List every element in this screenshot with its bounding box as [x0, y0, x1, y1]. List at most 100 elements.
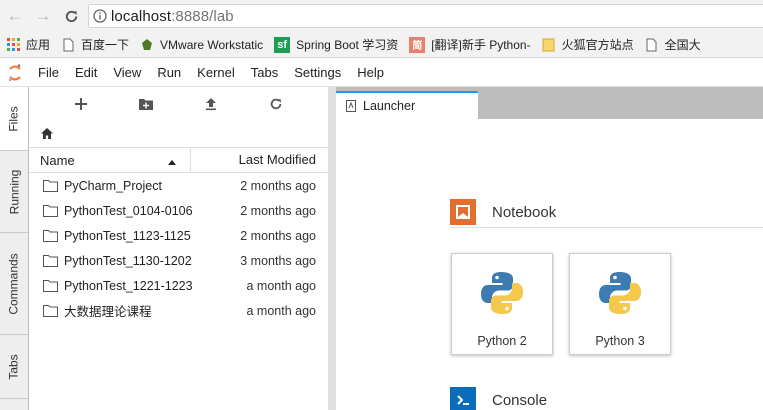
file-list: PyCharm_Project 2 months ago PythonTest_01… [29, 173, 328, 323]
file-list-item[interactable]: PythonTest_1130-1202 3 months ago [29, 248, 328, 273]
file-modified: 2 months ago [240, 203, 316, 218]
sidebar-tab-running[interactable]: Running [0, 151, 28, 233]
forward-arrow-icon[interactable]: → [32, 5, 54, 27]
panel-splitter[interactable] [328, 87, 336, 410]
new-folder-icon [139, 99, 154, 110]
bookmark-label: 百度一下 [81, 38, 130, 52]
bookmark-baidu[interactable]: 百度一下 [61, 32, 130, 57]
breadcrumb [29, 121, 328, 147]
tab-label: Launcher [363, 99, 416, 113]
page-icon [61, 38, 75, 52]
menu-help[interactable]: Help [349, 59, 392, 87]
folder-icon [43, 204, 58, 217]
file-modified: 2 months ago [240, 178, 316, 193]
info-icon[interactable] [89, 5, 111, 27]
bookmarks-bar: 应用 百度一下 VMware Workstatic sf Spring Boot… [0, 32, 763, 58]
sidebar-tab-files[interactable]: Files [0, 87, 28, 151]
upload-button[interactable] [194, 91, 228, 117]
bookmark-label: Spring Boot 学习资 [296, 38, 399, 52]
new-folder-button[interactable] [129, 91, 163, 117]
menu-kernel[interactable]: Kernel [189, 59, 243, 87]
bookmark-label: [翻译]新手 Python- [431, 38, 531, 52]
menu-settings[interactable]: Settings [286, 59, 349, 87]
sidebar-tab-tabs[interactable]: Tabs [0, 335, 28, 399]
file-name: 大数据理论课程 [64, 305, 152, 319]
sidebar-tab-label: Commands [7, 252, 22, 315]
file-name-cell: PythonTest_0104-0106 [29, 204, 219, 218]
kernel-card-python3[interactable]: Python 3 [569, 253, 671, 355]
modified-column-header[interactable]: Last Modified [191, 147, 328, 173]
upload-icon [205, 98, 216, 111]
bookmark-vmware[interactable]: VMware Workstatic [140, 32, 264, 57]
launcher-icon [346, 100, 356, 112]
bookmark-firefox[interactable]: 火狐官方站点 [542, 32, 634, 57]
notebook-section-label: Notebook [492, 203, 557, 221]
menu-file[interactable]: File [30, 59, 67, 87]
kernel-card-label: Python 3 [595, 334, 645, 348]
section-divider [450, 227, 763, 228]
sidebar-tab-commands[interactable]: Commands [0, 233, 28, 335]
file-list-item[interactable]: 大数据理论课程 a month ago [29, 298, 328, 323]
bookmark-springboot[interactable]: sf Spring Boot 学习资 [274, 32, 399, 57]
menu-run[interactable]: Run [149, 59, 189, 87]
file-name-cell: PyCharm_Project [29, 179, 219, 193]
reload-icon[interactable] [60, 5, 82, 27]
kernel-card-label: Python 2 [477, 334, 527, 348]
refresh-icon [270, 98, 281, 110]
file-name: PythonTest_0104-0106 [64, 203, 193, 218]
kernel-card-python2[interactable]: Python 2 [451, 253, 553, 355]
file-list-item[interactable]: PythonTest_0104-0106 2 months ago [29, 198, 328, 223]
launcher-panel: Notebook Python 2 Python 3 Console [336, 119, 763, 410]
file-list-item[interactable]: PyCharm_Project 2 months ago [29, 173, 328, 198]
folder-icon [43, 179, 58, 192]
main-area: Launcher Notebook Python 2 Python 3 Cons… [336, 87, 763, 410]
browser-toolbar: ← → localhost:8888/lab [0, 0, 763, 32]
bookmark-python-translation[interactable]: 简 [翻译]新手 Python- [409, 32, 531, 57]
url-text: localhost:8888/lab [111, 8, 234, 25]
refresh-button[interactable] [259, 91, 293, 117]
python-logo-icon [599, 272, 641, 314]
folder-icon [43, 254, 58, 267]
back-arrow-icon[interactable]: ← [4, 5, 26, 27]
bookmark-national[interactable]: 全国大 [645, 32, 701, 57]
sidebar-tab-label: Tabs [6, 353, 21, 380]
menu-view[interactable]: View [105, 59, 149, 87]
jupyter-logo-icon [0, 59, 30, 87]
file-browser: Name Last Modified PyCharm_Project 2 mont… [29, 87, 328, 410]
new-launcher-button[interactable] [64, 91, 98, 117]
url-path: :8888/lab [171, 7, 234, 25]
file-name: PythonTest_1221-1223 [64, 278, 193, 293]
menu-edit[interactable]: Edit [67, 59, 105, 87]
sidebar-tab-label: Files [7, 105, 21, 132]
file-list-item[interactable]: PythonTest_1123-1125 2 months ago [29, 223, 328, 248]
bookmark-label: 火狐官方站点 [561, 38, 634, 52]
file-name-cell: PythonTest_1221-1223 [29, 279, 219, 293]
file-list-item[interactable]: PythonTest_1221-1223 a month ago [29, 273, 328, 298]
page-icon [645, 38, 659, 52]
bookmark-apps[interactable]: 应用 [6, 32, 51, 57]
bookmark-label: 应用 [26, 38, 51, 52]
file-modified: 2 months ago [240, 228, 316, 243]
file-modified: 3 months ago [240, 253, 316, 268]
bookmark-label: VMware Workstatic [160, 37, 264, 52]
address-bar[interactable]: localhost:8888/lab [88, 4, 763, 28]
main-tab-bar: Launcher [336, 87, 763, 119]
file-list-header: Name Last Modified [29, 147, 328, 173]
home-icon[interactable] [41, 127, 53, 142]
bookmark-label: 全国大 [664, 38, 701, 52]
left-sidebar-tabs: Files Running Commands Tabs [0, 87, 29, 410]
file-name-cell: 大数据理论课程 [29, 301, 219, 320]
tab-launcher[interactable]: Launcher [336, 91, 478, 119]
python-logo-icon [481, 272, 523, 314]
vmware-icon [140, 38, 154, 52]
jian-icon: 简 [409, 36, 426, 53]
name-column-header[interactable]: Name [29, 147, 191, 173]
sort-ascending-icon [168, 153, 176, 168]
menu-tabs[interactable]: Tabs [243, 59, 286, 87]
console-section-title: Console [450, 387, 547, 410]
sf-icon: sf [274, 36, 291, 53]
file-name-cell: PythonTest_1130-1202 [29, 254, 219, 268]
sidebar-tab-label: Running [7, 169, 22, 214]
folder-icon [43, 304, 58, 317]
console-icon [450, 387, 476, 410]
